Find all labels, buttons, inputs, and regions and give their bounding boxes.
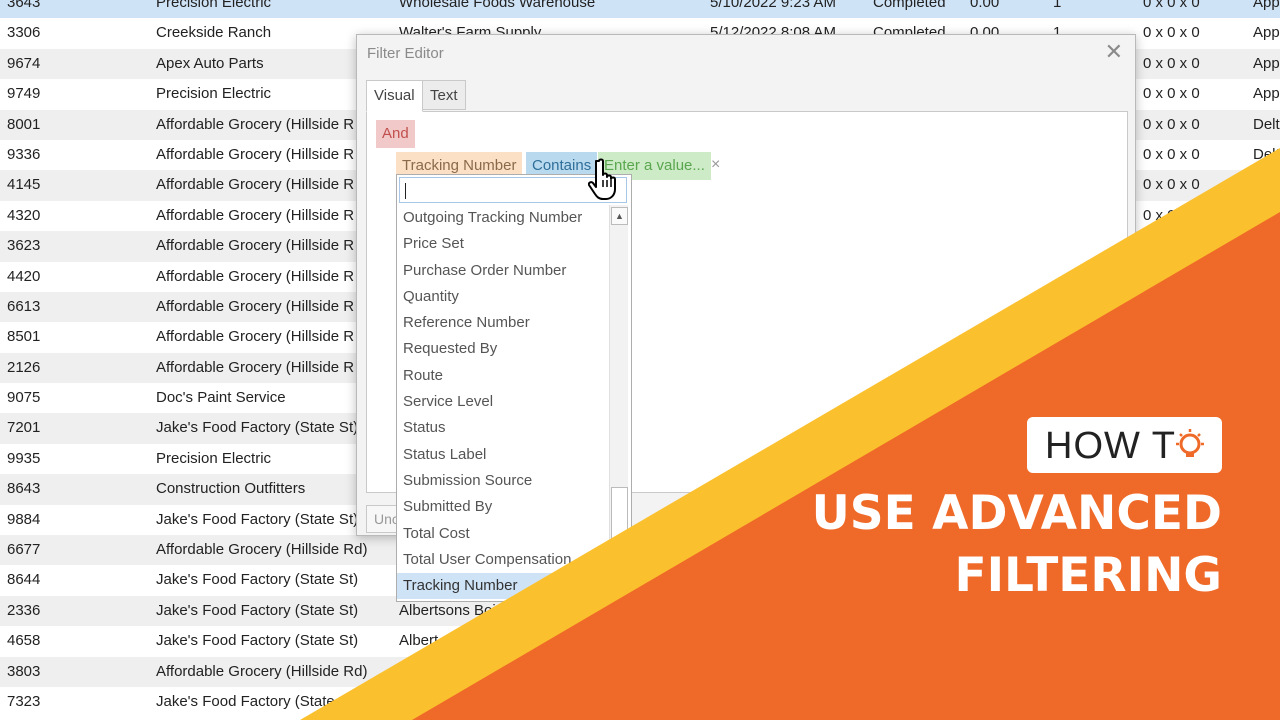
headline-line-2: FILTERING (954, 548, 1222, 603)
promo-banner (300, 148, 1280, 720)
headline-line-1: USE ADVANCED (811, 486, 1222, 541)
badge-label: HOW T (1045, 425, 1176, 467)
tab-visual[interactable]: Visual (366, 80, 423, 112)
lightbulb-icon (1176, 429, 1204, 457)
